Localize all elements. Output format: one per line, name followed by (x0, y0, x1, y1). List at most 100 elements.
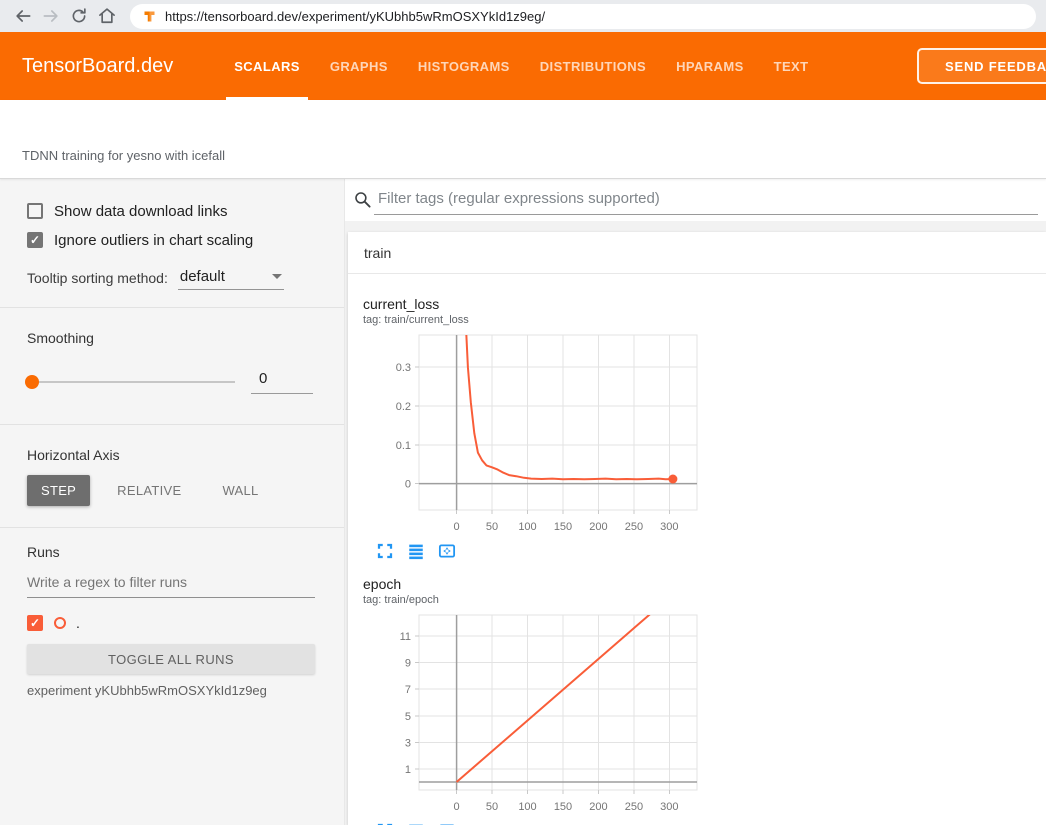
tensorboard-favicon-icon (142, 9, 157, 24)
run-row: ✓ . (27, 612, 314, 634)
runs-label: Runs (27, 544, 314, 560)
browser-toolbar: https://tensorboard.dev/experiment/yKUbh… (0, 0, 1046, 32)
content-area: Show data download links ✓ Ignore outlie… (0, 179, 1046, 825)
smoothing-section: Smoothing 0 (0, 330, 344, 425)
run-color-indicator-icon (54, 617, 66, 629)
reload-icon (70, 7, 88, 25)
tag-group-card: train current_loss tag: train/current_lo… (348, 232, 1046, 825)
chart-title: epoch (363, 576, 708, 594)
chevron-down-icon (272, 274, 282, 279)
svg-text:50: 50 (486, 801, 498, 813)
tag-group-name: train (364, 245, 391, 261)
back-arrow-icon (13, 6, 33, 26)
tab-scalars[interactable]: SCALARS (219, 32, 315, 100)
tooltip-sorting-value: default (180, 268, 225, 285)
search-icon (353, 190, 372, 209)
svg-text:0.2: 0.2 (396, 401, 411, 413)
wall-axis-button[interactable]: WALL (208, 475, 272, 506)
svg-text:11: 11 (400, 631, 411, 643)
forward-button[interactable] (38, 3, 64, 29)
toggle-all-runs-button[interactable]: TOGGLE ALL RUNS (27, 644, 315, 674)
tag-filter-bar (345, 179, 1046, 221)
chart-card-current-loss: current_loss tag: train/current_loss 0 50… (363, 282, 708, 562)
chart-tag: tag: train/current_loss (363, 314, 708, 330)
line-chart[interactable]: 0 50 100 150 200 250 300 0 0.1 0.2 0.3 (363, 330, 703, 536)
fit-domain-icon[interactable] (437, 542, 457, 562)
smoothing-slider-row: 0 (27, 370, 314, 424)
experiment-subheader: TDNN training for yesno with icefall (0, 100, 1046, 179)
chart-card-epoch: epoch tag: train/epoch 05010015020025030… (363, 562, 708, 825)
svg-text:7: 7 (405, 684, 411, 696)
svg-text:200: 200 (589, 801, 607, 813)
show-download-links-label: Show data download links (54, 203, 227, 220)
line-chart[interactable]: 0501001502002503001357911 (363, 610, 703, 816)
home-icon (97, 6, 117, 26)
charts-grid: current_loss tag: train/current_loss 050… (348, 274, 1046, 825)
svg-text:0: 0 (454, 801, 460, 813)
checkbox-unchecked-icon (27, 203, 43, 219)
back-button[interactable] (10, 3, 36, 29)
smoothing-label: Smoothing (27, 330, 314, 346)
tag-filter-input[interactable] (374, 186, 1038, 215)
checkbox-checked-icon: ✓ (27, 232, 43, 248)
svg-text:150: 150 (554, 801, 572, 813)
tab-graphs[interactable]: GRAPHS (315, 32, 403, 100)
tab-hparams[interactable]: HPARAMS (661, 32, 759, 100)
tab-histograms[interactable]: HISTOGRAMS (403, 32, 525, 100)
tab-text[interactable]: TEXT (759, 32, 824, 100)
address-bar[interactable]: https://tensorboard.dev/experiment/yKUbh… (130, 4, 1036, 29)
chart-actions (363, 536, 708, 562)
runs-section: Runs ✓ . TOGGLE ALL RUNS experiment yKUb… (0, 544, 344, 698)
tooltip-sorting-label: Tooltip sorting method: (27, 270, 168, 290)
tab-distributions[interactable]: DISTRIBUTIONS (525, 32, 661, 100)
smoothing-slider[interactable] (27, 381, 235, 383)
svg-text:250: 250 (625, 521, 643, 533)
svg-text:50: 50 (486, 521, 498, 533)
expand-lines-icon[interactable] (406, 542, 426, 562)
svg-text:3: 3 (405, 737, 411, 749)
svg-text:300: 300 (660, 521, 678, 533)
fullscreen-icon[interactable] (375, 542, 395, 562)
home-button[interactable] (94, 3, 120, 29)
smoothing-value[interactable]: 0 (251, 370, 313, 394)
general-settings-section: Show data download links ✓ Ignore outlie… (0, 199, 344, 308)
svg-text:0.3: 0.3 (396, 362, 411, 374)
chart-tag: tag: train/epoch (363, 594, 708, 610)
nav-tabs: SCALARS GRAPHS HISTOGRAMS DISTRIBUTIONS … (219, 32, 823, 100)
app-header: TensorBoard.dev SCALARS GRAPHS HISTOGRAM… (0, 32, 1046, 100)
svg-text:9: 9 (405, 658, 411, 670)
svg-text:0.1: 0.1 (396, 440, 411, 452)
send-feedback-button[interactable]: SEND FEEDBACK (917, 48, 1046, 84)
run-name: . (76, 615, 80, 631)
show-download-links-checkbox[interactable]: Show data download links (27, 199, 314, 223)
reload-button[interactable] (66, 3, 92, 29)
tooltip-sorting-row: Tooltip sorting method: default (27, 268, 314, 307)
brand-title: TensorBoard.dev (22, 32, 173, 100)
forward-arrow-icon (41, 6, 61, 26)
tag-group-header[interactable]: train (348, 232, 1046, 274)
run-checkbox[interactable]: ✓ (27, 615, 43, 631)
ignore-outliers-label: Ignore outliers in chart scaling (54, 232, 253, 249)
url-text: https://tensorboard.dev/experiment/yKUbh… (165, 9, 545, 24)
relative-axis-button[interactable]: RELATIVE (103, 475, 195, 506)
horizontal-axis-section: Horizontal Axis STEP RELATIVE WALL (0, 447, 344, 528)
chart-title: current_loss (363, 296, 708, 314)
svg-text:250: 250 (625, 801, 643, 813)
svg-text:150: 150 (554, 521, 572, 533)
svg-text:0: 0 (454, 521, 460, 533)
svg-text:200: 200 (589, 521, 607, 533)
slider-thumb[interactable] (25, 375, 39, 389)
experiment-title: TDNN training for yesno with icefall (22, 148, 225, 163)
horizontal-axis-buttons: STEP RELATIVE WALL (27, 475, 314, 527)
tooltip-sorting-dropdown[interactable]: default (178, 268, 284, 290)
main-panel: train current_loss tag: train/current_lo… (345, 179, 1046, 825)
runs-filter-input[interactable] (27, 572, 315, 598)
svg-text:0: 0 (405, 479, 411, 491)
step-axis-button[interactable]: STEP (27, 475, 90, 506)
svg-text:100: 100 (518, 521, 536, 533)
svg-text:300: 300 (660, 801, 678, 813)
chart-actions (363, 816, 708, 825)
svg-text:5: 5 (405, 711, 411, 723)
ignore-outliers-checkbox[interactable]: ✓ Ignore outliers in chart scaling (27, 228, 314, 252)
svg-text:1: 1 (405, 764, 411, 776)
